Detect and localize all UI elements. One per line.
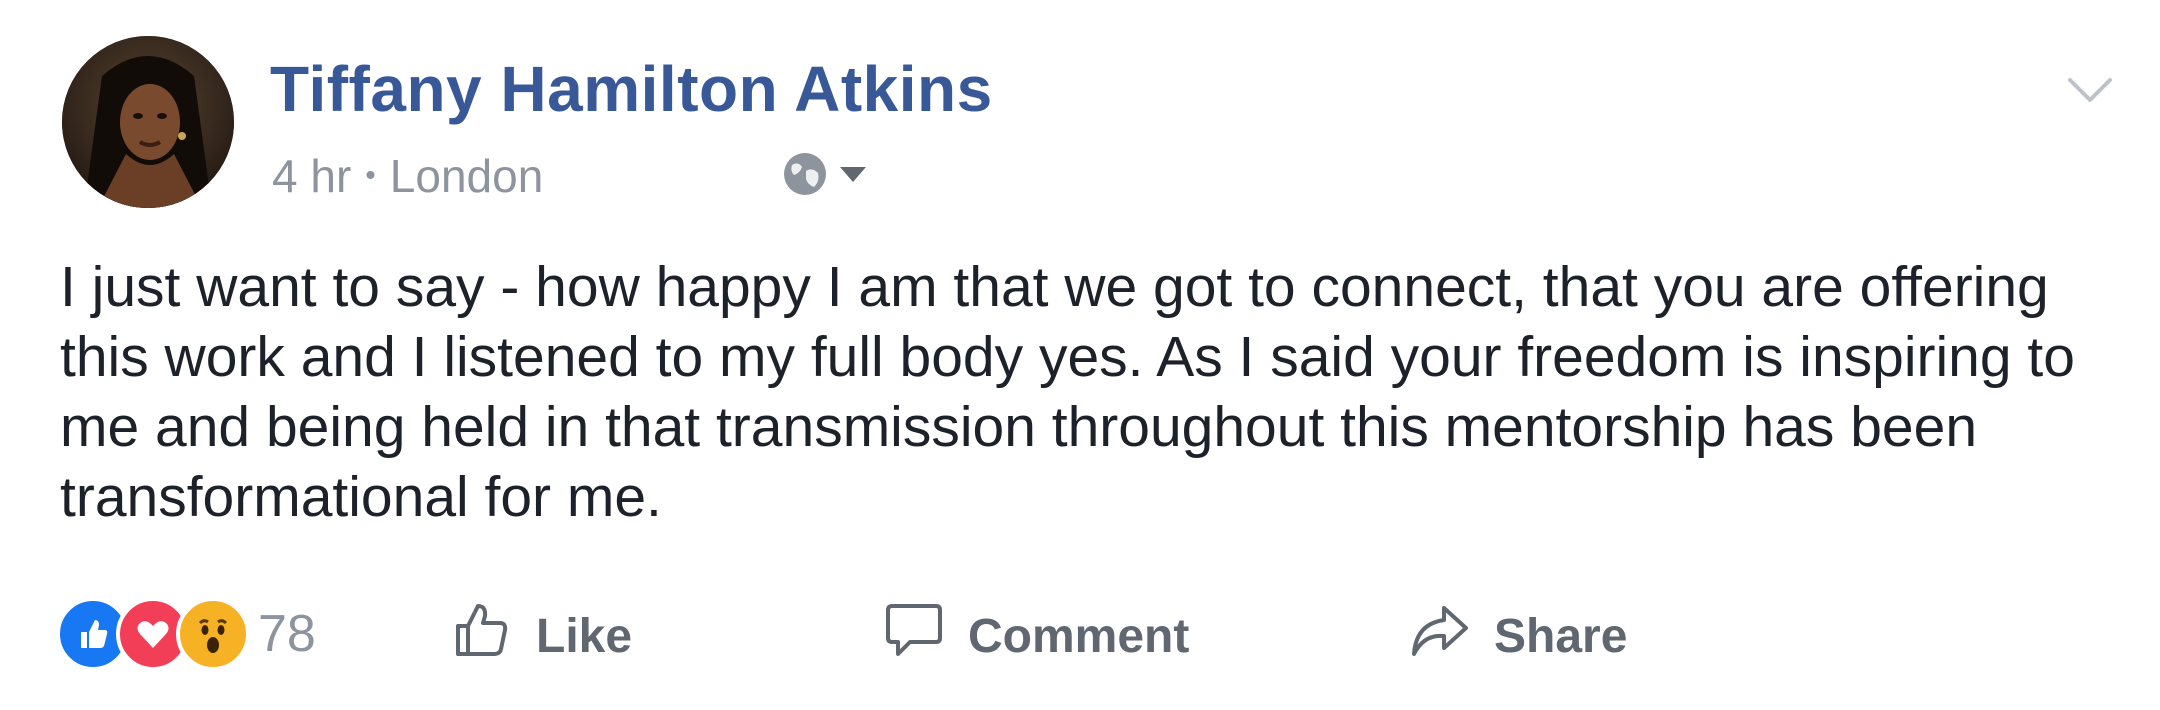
wow-reaction-icon: [176, 597, 250, 671]
privacy-selector[interactable]: [782, 148, 868, 204]
avatar-image: [62, 36, 234, 208]
comment-label: Comment: [968, 609, 1190, 663]
meta-separator: •: [365, 159, 376, 192]
author-name-link[interactable]: Tiffany Hamilton Atkins: [270, 52, 993, 126]
post-body-text: I just want to say - how happy I am that…: [60, 255, 2075, 529]
comment-bubble-icon: [882, 598, 946, 674]
reaction-count: 78: [258, 605, 316, 663]
comment-button[interactable]: Comment: [882, 596, 1189, 676]
like-label: Like: [536, 609, 633, 663]
share-arrow-icon: [1408, 598, 1472, 674]
chevron-down-icon: [838, 164, 868, 189]
facebook-post: Tiffany Hamilton Atkins 4 hr • London I …: [0, 0, 2160, 710]
post-options-button[interactable]: [2066, 70, 2114, 110]
globe-icon: [782, 151, 828, 202]
chevron-down-icon: [2068, 78, 2112, 102]
post-location[interactable]: London: [390, 149, 544, 203]
reactions-summary[interactable]: 78: [56, 594, 316, 674]
author-avatar[interactable]: [62, 36, 234, 208]
like-button[interactable]: Like: [450, 596, 632, 676]
share-button[interactable]: Share: [1408, 596, 1627, 676]
post-timestamp[interactable]: 4 hr: [272, 149, 351, 203]
share-label: Share: [1494, 609, 1628, 663]
thumbs-up-icon: [450, 598, 514, 674]
post-meta: 4 hr • London: [272, 148, 543, 204]
